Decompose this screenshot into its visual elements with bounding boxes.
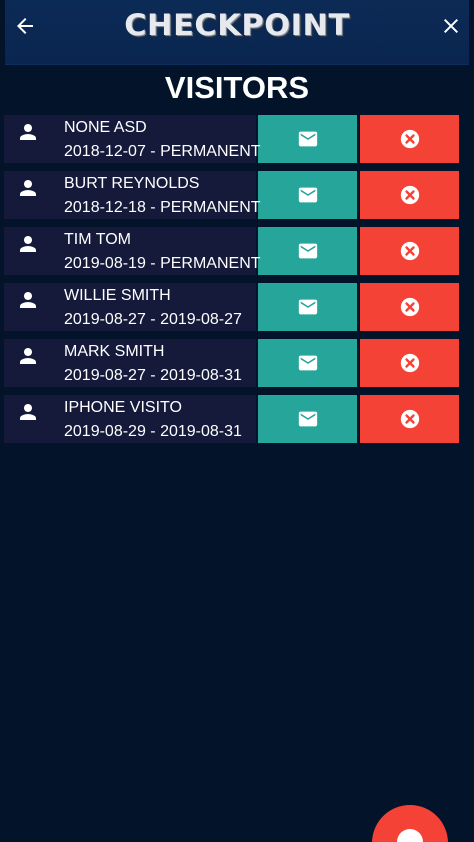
person-icon bbox=[20, 236, 36, 252]
close-icon bbox=[444, 19, 458, 33]
mail-icon bbox=[298, 131, 317, 147]
add-icon bbox=[397, 829, 423, 842]
app-screen: CHECKPOINT VISITORS NONE ASD 2018-12-07 … bbox=[0, 0, 474, 842]
delete-button[interactable] bbox=[360, 171, 459, 219]
person-icon bbox=[20, 124, 36, 140]
close-button[interactable] bbox=[435, 10, 467, 42]
mail-icon bbox=[298, 411, 317, 427]
delete-button[interactable] bbox=[360, 115, 459, 163]
delete-circle-icon bbox=[400, 129, 419, 149]
visitor-info[interactable]: NONE ASD 2018-12-07 - PERMANENT bbox=[4, 115, 261, 163]
person-icon bbox=[20, 404, 36, 420]
visitor-info[interactable]: BURT REYNOLDS 2018-12-18 - PERMANENT bbox=[4, 171, 261, 219]
person-icon bbox=[20, 348, 36, 364]
mail-button[interactable] bbox=[258, 339, 357, 387]
mail-icon bbox=[298, 187, 317, 203]
visitor-name: TIM TOM bbox=[64, 231, 131, 248]
delete-circle-icon bbox=[400, 409, 419, 429]
visitor-dates: 2019-08-27 - 2019-08-27 bbox=[64, 311, 242, 328]
visitor-info[interactable]: MARK SMITH 2019-08-27 - 2019-08-31 bbox=[4, 339, 256, 387]
visitor-dates: 2018-12-07 - PERMANENT bbox=[64, 143, 261, 160]
mail-button[interactable] bbox=[258, 227, 357, 275]
brand-logo: CHECKPOINT bbox=[124, 8, 350, 42]
delete-button[interactable] bbox=[360, 395, 459, 443]
mail-icon bbox=[298, 243, 317, 259]
delete-circle-icon bbox=[400, 297, 419, 317]
visitor-info[interactable]: IPHONE VISITO 2019-08-29 - 2019-08-31 bbox=[4, 395, 256, 443]
visitor-list: NONE ASD 2018-12-07 - PERMANENT BURT REY… bbox=[4, 115, 460, 451]
mail-icon bbox=[298, 355, 317, 371]
visitor-row: WILLIE SMITH 2019-08-27 - 2019-08-27 bbox=[4, 283, 460, 331]
delete-button[interactable] bbox=[360, 283, 459, 331]
visitor-dates: 2019-08-29 - 2019-08-31 bbox=[64, 423, 242, 440]
delete-circle-icon bbox=[400, 185, 419, 205]
mail-button[interactable] bbox=[258, 395, 357, 443]
visitor-info[interactable]: TIM TOM 2019-08-19 - PERMANENT bbox=[4, 227, 261, 275]
mail-icon bbox=[298, 299, 317, 315]
visitor-name: IPHONE VISITO bbox=[64, 399, 182, 416]
delete-button[interactable] bbox=[360, 339, 459, 387]
visitor-dates: 2019-08-27 - 2019-08-31 bbox=[64, 367, 242, 384]
visitor-name: WILLIE SMITH bbox=[64, 287, 171, 304]
mail-button[interactable] bbox=[258, 171, 357, 219]
visitor-row: MARK SMITH 2019-08-27 - 2019-08-31 bbox=[4, 339, 460, 387]
delete-circle-icon bbox=[400, 241, 419, 261]
visitor-dates: 2018-12-18 - PERMANENT bbox=[64, 199, 261, 216]
visitor-name: MARK SMITH bbox=[64, 343, 165, 360]
person-icon bbox=[20, 292, 36, 308]
visitor-info[interactable]: WILLIE SMITH 2019-08-27 - 2019-08-27 bbox=[4, 283, 256, 331]
page-title: VISITORS bbox=[164, 70, 310, 105]
visitor-row: BURT REYNOLDS 2018-12-18 - PERMANENT bbox=[4, 171, 460, 219]
visitor-name: BURT REYNOLDS bbox=[64, 175, 200, 192]
visitor-row: IPHONE VISITO 2019-08-29 - 2019-08-31 bbox=[4, 395, 460, 443]
person-icon bbox=[20, 180, 36, 196]
visitor-row: NONE ASD 2018-12-07 - PERMANENT bbox=[4, 115, 460, 163]
mail-button[interactable] bbox=[258, 283, 357, 331]
add-visitor-fab[interactable] bbox=[372, 805, 448, 842]
visitor-dates: 2019-08-19 - PERMANENT bbox=[64, 255, 261, 272]
delete-circle-icon bbox=[400, 353, 419, 373]
delete-button[interactable] bbox=[360, 227, 459, 275]
visitor-name: NONE ASD bbox=[64, 119, 147, 136]
visitor-row: TIM TOM 2019-08-19 - PERMANENT bbox=[4, 227, 460, 275]
mail-button[interactable] bbox=[258, 115, 357, 163]
app-header: CHECKPOINT bbox=[5, 0, 469, 65]
